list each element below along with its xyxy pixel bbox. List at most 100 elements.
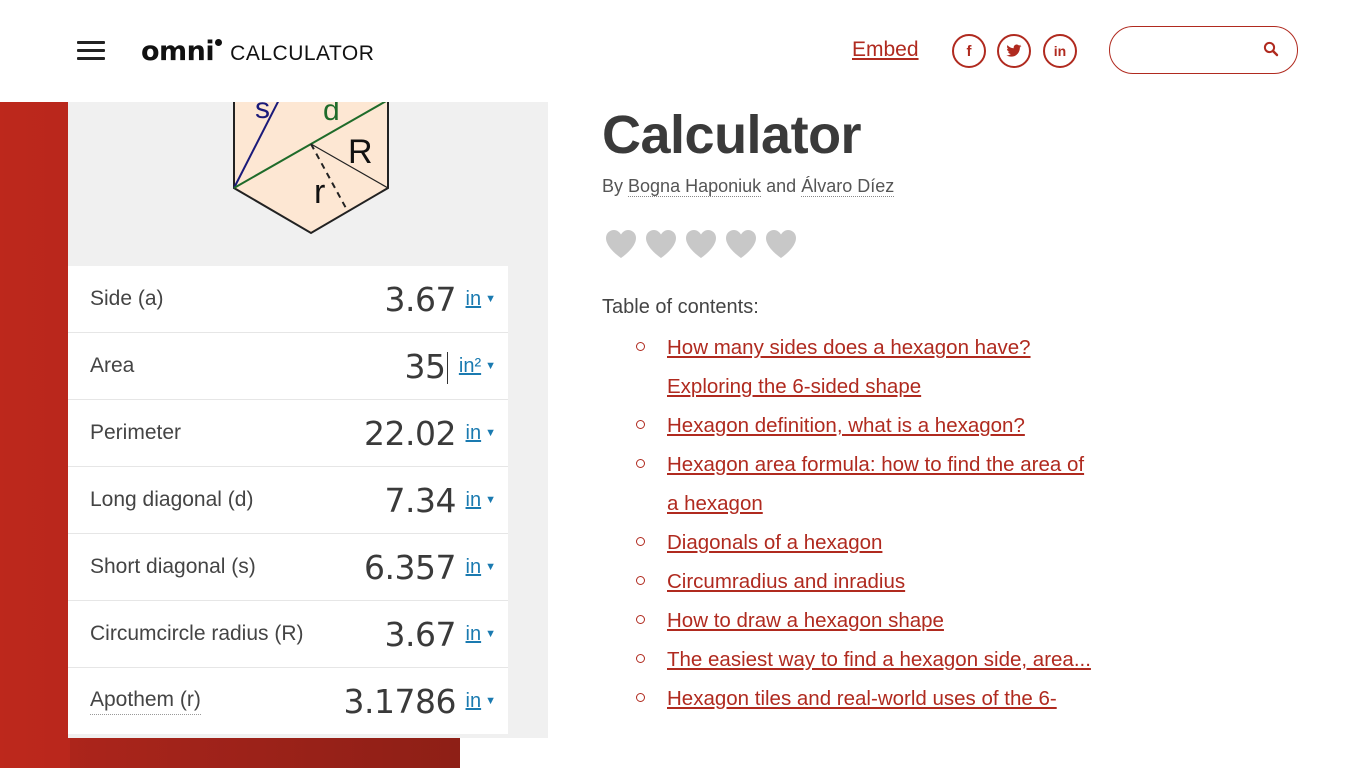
diagram-label-r: r — [314, 173, 325, 211]
site-logo[interactable]: omni CALCULATOR — [141, 36, 374, 67]
row-short-diagonal: Short diagonal (s) 6.357 in ▼ — [68, 534, 508, 601]
area-unit-label: in² — [458, 354, 482, 377]
bullet-icon — [636, 342, 645, 351]
toc-item: Diagonals of a hexagon — [636, 523, 1096, 562]
row-area: Area 35 in² ▼ — [68, 333, 508, 400]
twitter-bird — [1006, 44, 1022, 57]
menu-icon[interactable] — [77, 41, 105, 61]
perimeter-label: Perimeter — [90, 421, 182, 444]
toc-link[interactable]: Hexagon tiles and real-world uses of the… — [667, 687, 1057, 710]
toc-link[interactable]: How to draw a hexagon shape — [667, 609, 944, 632]
chevron-down-icon: ▼ — [485, 360, 496, 373]
heart-icon[interactable] — [684, 228, 718, 260]
short-diagonal-unit-label: in — [465, 555, 482, 578]
hexagon-diagram: s d R r — [68, 91, 548, 266]
apothem-label[interactable]: Apothem (r) — [90, 688, 201, 715]
long-diagonal-input[interactable]: 7.34 — [385, 481, 457, 520]
toc-link[interactable]: Diagonals of a hexagon — [667, 531, 882, 554]
search-input[interactable] — [1124, 36, 1258, 64]
area-label: Area — [90, 354, 135, 377]
perimeter-unit-label: in — [465, 421, 482, 444]
toc-item: The easiest way to find a hexagon side, … — [636, 640, 1096, 679]
page-title: Calculator — [602, 105, 862, 165]
bullet-icon — [636, 654, 645, 663]
toc-link[interactable]: Circumradius and inradius — [667, 570, 905, 593]
bullet-icon — [636, 576, 645, 585]
circumradius-unit-label: in — [465, 622, 482, 645]
byline-and: and — [766, 176, 797, 196]
twitter-icon[interactable] — [997, 34, 1031, 68]
table-of-contents: How many sides does a hexagon have? Expl… — [636, 328, 1096, 718]
perimeter-unit-select[interactable]: in ▼ — [466, 422, 496, 445]
toc-item: Hexagon tiles and real-world uses of the… — [636, 679, 1096, 718]
heart-icon[interactable] — [604, 228, 638, 260]
site-header: omni CALCULATOR Embed f in — [0, 0, 1366, 102]
apothem-unit-select[interactable]: in ▼ — [466, 690, 496, 713]
row-long-diagonal: Long diagonal (d) 7.34 in ▼ — [68, 467, 508, 534]
side-unit-select[interactable]: in ▼ — [466, 288, 496, 311]
diagram-label-R: R — [348, 133, 373, 171]
side-label: Side (a) — [90, 287, 164, 310]
search-box[interactable] — [1109, 26, 1298, 74]
author-link-2[interactable]: Álvaro Díez — [801, 176, 895, 197]
facebook-icon[interactable]: f — [952, 34, 986, 68]
apothem-input[interactable]: 3.1786 — [344, 682, 457, 721]
short-diagonal-label: Short diagonal (s) — [90, 555, 256, 578]
perimeter-input[interactable]: 22.02 — [364, 414, 456, 453]
facebook-glyph: f — [966, 42, 972, 60]
row-circumradius: Circumcircle radius (R) 3.67 in ▼ — [68, 601, 508, 668]
side-input[interactable]: 3.67 — [385, 280, 457, 319]
byline: By Bogna Haponiuk and Álvaro Díez — [602, 176, 895, 197]
byline-prefix: By — [602, 176, 624, 196]
search-icon[interactable] — [1263, 41, 1279, 57]
heart-icon[interactable] — [724, 228, 758, 260]
short-diagonal-input[interactable]: 6.357 — [364, 548, 456, 587]
row-side: Side (a) 3.67 in ▼ — [68, 266, 508, 333]
circumradius-input[interactable]: 3.67 — [385, 615, 457, 654]
toc-link[interactable]: The easiest way to find a hexagon side, … — [667, 648, 1091, 671]
chevron-down-icon: ▼ — [485, 561, 496, 574]
logo-suffix: CALCULATOR — [230, 42, 375, 65]
toc-item: Hexagon area formula: how to find the ar… — [636, 445, 1096, 523]
logo-dot — [215, 39, 223, 46]
bullet-icon — [636, 537, 645, 546]
row-apothem: Apothem (r) 3.1786 in ▼ — [68, 668, 508, 734]
apothem-unit-label: in — [465, 689, 482, 712]
hexagon-svg: s d R r — [233, 91, 389, 235]
circumradius-unit-select[interactable]: in ▼ — [466, 623, 496, 646]
heart-icon[interactable] — [644, 228, 678, 260]
chevron-down-icon: ▼ — [485, 494, 496, 507]
diagram-label-s: s — [255, 102, 270, 125]
bullet-icon — [636, 420, 645, 429]
row-perimeter: Perimeter 22.02 in ▼ — [68, 400, 508, 467]
toc-link[interactable]: Hexagon area formula: how to find the ar… — [667, 453, 1084, 515]
chevron-down-icon: ▼ — [485, 695, 496, 708]
toc-link[interactable]: How many sides does a hexagon have? Expl… — [667, 336, 1031, 398]
calculator-panel: s d R r Side (a) 3.67 in ▼ Area 35 in² ▼ P… — [68, 91, 548, 738]
toc-item: Circumradius and inradius — [636, 562, 1096, 601]
author-link-1[interactable]: Bogna Haponiuk — [628, 176, 762, 197]
long-diagonal-unit-select[interactable]: in ▼ — [466, 489, 496, 512]
logo-word: omni — [141, 36, 215, 67]
circumradius-label: Circumcircle radius (R) — [90, 622, 304, 645]
toc-item: How to draw a hexagon shape — [636, 601, 1096, 640]
bullet-icon — [636, 459, 645, 468]
toc-item: How many sides does a hexagon have? Expl… — [636, 328, 1096, 406]
chevron-down-icon: ▼ — [485, 293, 496, 306]
toc-link[interactable]: Hexagon definition, what is a hexagon? — [667, 414, 1025, 437]
area-input[interactable]: 35 — [405, 347, 449, 386]
chevron-down-icon: ▼ — [485, 628, 496, 641]
area-unit-select[interactable]: in² ▼ — [459, 355, 496, 378]
background-stripe — [0, 0, 70, 768]
toc-title: Table of contents: — [602, 296, 759, 318]
side-unit-label: in — [465, 287, 482, 310]
short-diagonal-unit-select[interactable]: in ▼ — [466, 556, 496, 579]
chevron-down-icon: ▼ — [485, 427, 496, 440]
embed-link[interactable]: Embed — [852, 38, 919, 62]
toc-item: Hexagon definition, what is a hexagon? — [636, 406, 1096, 445]
long-diagonal-label: Long diagonal (d) — [90, 488, 254, 511]
linkedin-icon[interactable]: in — [1043, 34, 1077, 68]
bullet-icon — [636, 615, 645, 624]
rating-hearts — [604, 228, 798, 260]
heart-icon[interactable] — [764, 228, 798, 260]
